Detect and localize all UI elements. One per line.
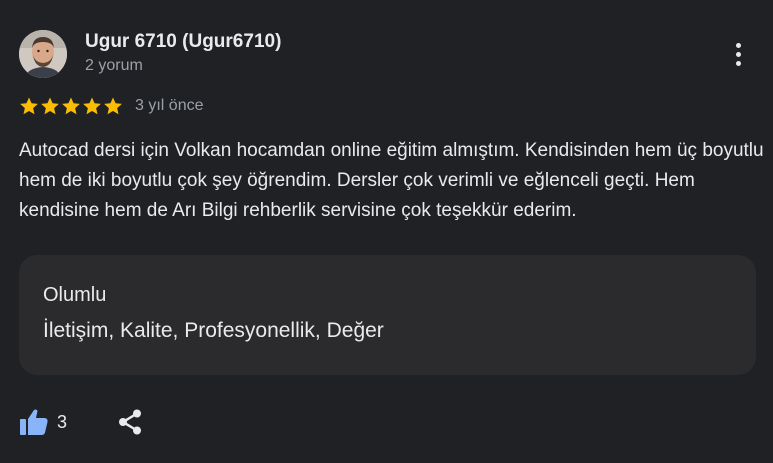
review-card: Ugur 6710 (Ugur6710) 2 yorum 3 yıl önce … <box>0 0 773 463</box>
star-icon <box>62 97 80 115</box>
star-icon <box>20 97 38 115</box>
review-text: Autocad dersi için Volkan hocamdan onlin… <box>19 140 764 221</box>
star-icon <box>83 97 101 115</box>
author-name[interactable]: Ugur 6710 (Ugur6710) <box>85 31 281 53</box>
more-vert-icon <box>735 42 741 48</box>
review-date: 3 yıl önce <box>135 97 204 114</box>
author-review-count: 2 yorum <box>85 57 143 74</box>
more-options-button[interactable] <box>722 38 754 70</box>
star-icon <box>41 97 59 115</box>
thumb-up-icon <box>20 409 48 435</box>
like-button[interactable]: 3 <box>19 406 67 438</box>
avatar[interactable] <box>19 30 67 78</box>
attributes-heading: Olumlu <box>43 284 107 306</box>
share-button[interactable] <box>116 408 144 436</box>
star-icon <box>104 97 122 115</box>
avatar-photo <box>19 30 67 78</box>
review-attributes-card: Olumlu İletişim, Kalite, Profesyonellik,… <box>19 255 756 375</box>
share-icon <box>119 409 141 435</box>
star-rating <box>19 96 123 116</box>
like-count: 3 <box>57 411 68 432</box>
rating-row: 3 yıl önce <box>19 94 203 118</box>
attributes-values: İletişim, Kalite, Profesyonellik, Değer <box>43 319 384 342</box>
